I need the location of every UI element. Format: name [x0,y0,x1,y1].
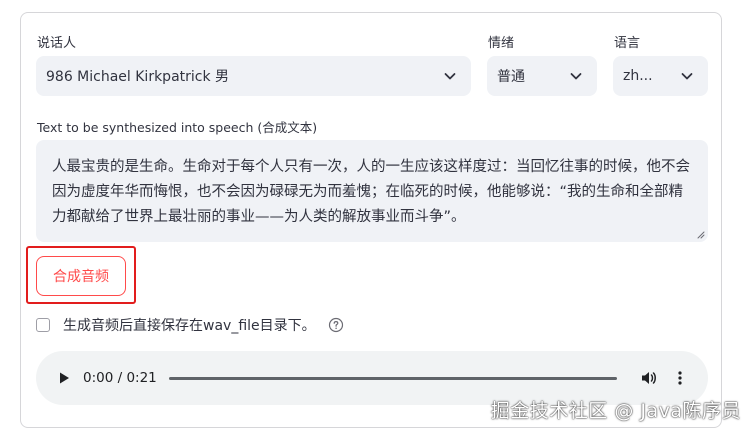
chevron-down-icon [444,73,456,80]
language-select-value: zh... [623,68,653,84]
audio-time-display: 0:00 / 0:21 [83,370,157,386]
speaker-select[interactable]: 986 Michael Kirkpatrick 男 [36,56,471,96]
chevron-down-icon [570,73,582,80]
chevron-down-icon [681,73,693,80]
synthesis-text-area[interactable]: 人最宝贵的是生命。生命对于每个人只有一次，人的一生应该这样度过：当回忆往事的时候… [36,140,708,242]
volume-icon[interactable] [640,369,658,387]
emotion-select[interactable]: 普通 [487,56,597,96]
speaker-select-value: 986 Michael Kirkpatrick 男 [46,69,230,85]
play-icon[interactable] [57,371,71,385]
language-select[interactable]: zh... [613,56,708,96]
text-input-label: Text to be synthesized into speech (合成文本… [37,120,318,135]
emotion-label: 情绪 [488,36,515,51]
synthesis-text-value: 人最宝贵的是生命。生命对于每个人只有一次，人的一生应该这样度过：当回忆往事的时候… [52,159,690,225]
save-option-row: 生成音频后直接保存在wav_file目录下。 [36,315,344,335]
watermark-text: 掘金技术社区 @ Java陈序员 [490,400,741,422]
question-circle-icon[interactable] [328,317,344,333]
resize-handle-icon[interactable] [696,230,705,239]
save-to-wav-checkbox[interactable] [36,318,50,332]
audio-progress-track[interactable] [169,377,617,380]
language-label: 语言 [614,36,641,51]
save-option-label: 生成音频后直接保存在wav_file目录下。 [63,318,316,334]
synthesize-audio-button[interactable]: 合成音频 [36,256,126,296]
more-vertical-icon[interactable] [676,369,684,387]
emotion-select-value: 普通 [497,69,525,85]
speaker-label: 说话人 [37,36,77,51]
